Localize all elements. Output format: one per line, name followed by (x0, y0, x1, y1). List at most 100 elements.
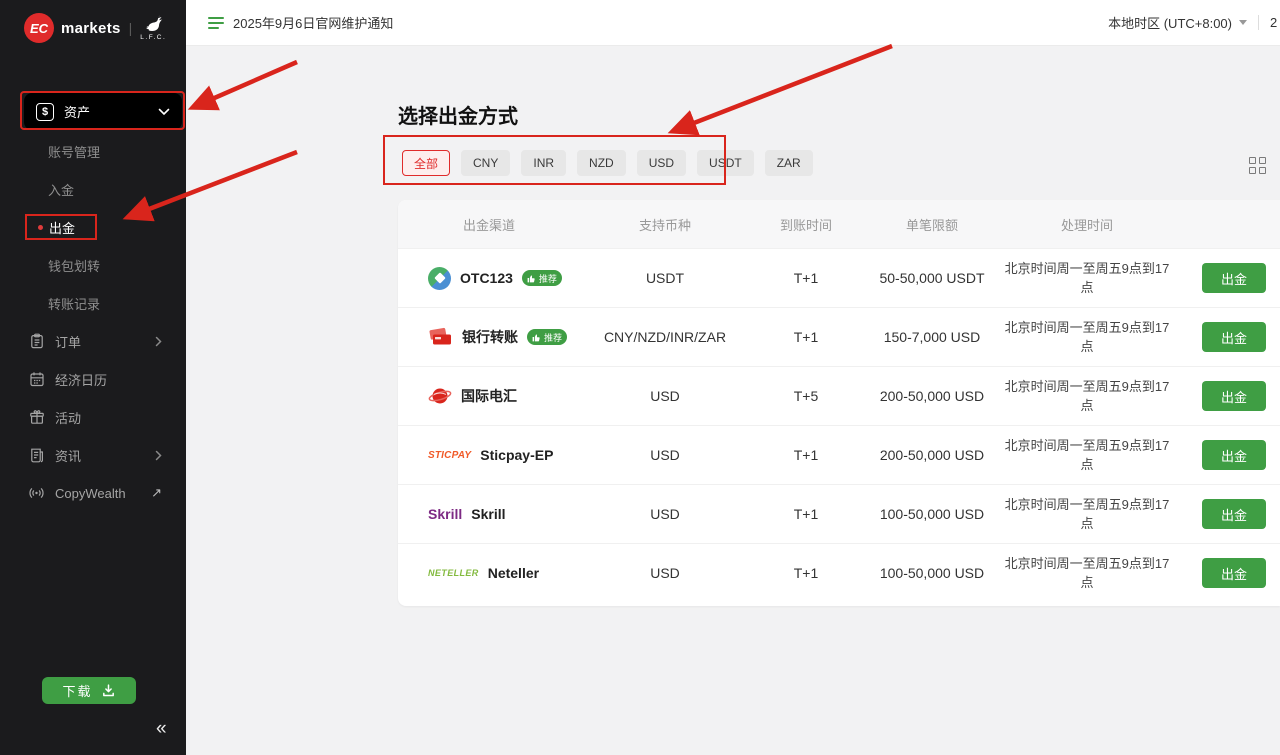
filter-chip-inr[interactable]: INR (521, 150, 566, 176)
sidebar-item-label: 账号管理 (48, 142, 100, 161)
sidebar-item-label: CopyWealth (55, 486, 126, 501)
sidebar-item-account-management[interactable]: 账号管理 (0, 139, 186, 163)
skrill-logo: Skrill (428, 506, 462, 522)
filter-chip-nzd[interactable]: NZD (577, 150, 626, 176)
broadcast-icon (28, 485, 45, 502)
chevron-right-icon (155, 450, 162, 461)
topbar-divider (1258, 15, 1259, 30)
sidebar-item-label: 钱包划转 (48, 256, 100, 275)
table-row: 国际电汇 USD T+5 200-50,000 USD 北京时间周一至周五9点到… (398, 366, 1280, 425)
sidebar-item-label: 资产 (64, 102, 90, 121)
channel-cell: 银行转账 推荐 (398, 327, 580, 347)
filter-chip-usdt[interactable]: USDT (697, 150, 754, 176)
processing-cell: 北京时间周一至周五9点到17点 (1002, 318, 1172, 357)
timezone-selector[interactable]: 本地时区 (UTC+8:00) 2 (1108, 13, 1280, 32)
sidebar-item-activities[interactable]: 活动 (0, 405, 186, 429)
download-icon (101, 683, 116, 698)
withdraw-button[interactable]: 出金 (1202, 263, 1266, 293)
sidebar-item-label: 出金 (49, 218, 75, 237)
processing-cell: 北京时间周一至周五9点到17点 (1002, 377, 1172, 416)
topbar: 2025年9月6日官网维护通知 本地时区 (UTC+8:00) 2 (186, 0, 1280, 46)
sidebar: EC markets | L.F.C. $ 资产 账号管理 入金 出金 钱包划转… (0, 0, 186, 755)
sidebar-item-news[interactable]: 资讯 (0, 443, 186, 467)
table-row: 银行转账 推荐 CNY/NZD/INR/ZAR T+1 150-7,000 US… (398, 307, 1280, 366)
column-header-currency: 支持币种 (580, 215, 750, 234)
column-header-arrival: 到账时间 (750, 215, 862, 234)
assets-dollar-icon: $ (36, 103, 54, 121)
filter-chip-cny[interactable]: CNY (461, 150, 510, 176)
table-header: 出金渠道 支持币种 到账时间 单笔限额 处理时间 (398, 200, 1280, 248)
active-dot (38, 225, 43, 230)
channel-cell: Skrill Skrill (398, 506, 580, 522)
sidebar-item-economic-calendar[interactable]: 经济日历 (0, 367, 186, 391)
sidebar-item-wallet-transfer[interactable]: 钱包划转 (0, 253, 186, 277)
limit-cell: 200-50,000 USD (862, 447, 1002, 463)
column-header-channel: 出金渠道 (398, 215, 580, 234)
channel-name: Sticpay-EP (480, 447, 553, 463)
sidebar-item-transfer-records[interactable]: 转账记录 (0, 291, 186, 315)
sidebar-item-deposit[interactable]: 入金 (0, 177, 186, 201)
withdraw-button[interactable]: 出金 (1202, 558, 1266, 588)
channel-name: Neteller (488, 565, 539, 581)
filter-chip-all[interactable]: 全部 (402, 150, 450, 176)
bank-transfer-icon (428, 327, 453, 347)
grid-view-icon[interactable] (1249, 157, 1266, 174)
withdraw-button[interactable]: 出金 (1202, 322, 1266, 352)
otc123-logo-icon (428, 267, 451, 290)
badge-label: 推荐 (544, 331, 562, 344)
caret-down-icon (1239, 20, 1247, 25)
currency-cell: USDT (580, 270, 750, 286)
channel-cell: 国际电汇 (398, 385, 580, 407)
collapse-sidebar-icon[interactable]: « (156, 718, 167, 740)
arrival-cell: T+5 (750, 388, 862, 404)
neteller-logo: NETELLER (428, 568, 479, 578)
calendar-icon (28, 371, 45, 388)
download-button[interactable]: 下载 (42, 677, 136, 704)
processing-cell: 北京时间周一至周五9点到17点 (1002, 495, 1172, 534)
limit-cell: 100-50,000 USD (862, 506, 1002, 522)
column-header-processing: 处理时间 (1002, 215, 1172, 234)
filter-chip-zar[interactable]: ZAR (765, 150, 813, 176)
chevron-down-icon (158, 108, 170, 116)
timezone-label: 本地时区 (UTC+8:00) (1108, 13, 1232, 32)
channel-cell: OTC123 推荐 (398, 267, 580, 290)
currency-cell: USD (580, 447, 750, 463)
wire-transfer-globe-icon (428, 385, 452, 407)
channel-name: OTC123 (460, 270, 513, 286)
chevron-right-icon (155, 336, 162, 347)
withdraw-button[interactable]: 出金 (1202, 381, 1266, 411)
withdraw-button[interactable]: 出金 (1202, 440, 1266, 470)
gift-icon (28, 409, 45, 426)
logo-divider: | (129, 20, 133, 36)
sidebar-item-withdraw[interactable]: 出金 (0, 215, 186, 239)
news-icon (28, 447, 45, 464)
clipboard-icon (28, 333, 45, 350)
badge-label: 推荐 (539, 272, 557, 285)
processing-cell: 北京时间周一至周五9点到17点 (1002, 554, 1172, 593)
limit-cell: 150-7,000 USD (862, 329, 1002, 345)
lfc-bird-logo: L.F.C. (140, 14, 166, 42)
withdraw-button[interactable]: 出金 (1202, 499, 1266, 529)
arrival-cell: T+1 (750, 565, 862, 581)
table-row: Skrill Skrill USD T+1 100-50,000 USD 北京时… (398, 484, 1280, 543)
table-row: OTC123 推荐 USDT T+1 50-50,000 USDT 北京时间周一… (398, 248, 1280, 307)
processing-cell: 北京时间周一至周五9点到17点 (1002, 259, 1172, 298)
sidebar-item-label: 入金 (48, 180, 74, 199)
liver-bird-icon (142, 14, 164, 34)
currency-cell: USD (580, 388, 750, 404)
sidebar-item-label: 资讯 (55, 446, 81, 465)
thumbs-up-icon (532, 333, 541, 342)
sidebar-item-assets[interactable]: $ 资产 (24, 93, 182, 130)
sidebar-item-orders[interactable]: 订单 (0, 329, 186, 353)
brand-name: markets (61, 20, 121, 37)
filter-chip-usd[interactable]: USD (637, 150, 686, 176)
channel-name: 国际电汇 (461, 386, 517, 406)
withdraw-methods-table: 出金渠道 支持币种 到账时间 单笔限额 处理时间 OTC123 推荐 USDT … (398, 200, 1280, 606)
download-label: 下载 (62, 681, 92, 700)
sidebar-item-copywealth[interactable]: CopyWealth ↗ (0, 481, 186, 505)
table-row: STICPAY Sticpay-EP USD T+1 200-50,000 US… (398, 425, 1280, 484)
channel-cell: STICPAY Sticpay-EP (398, 447, 580, 463)
ec-markets-logo-icon: EC (24, 13, 54, 43)
announcement-link[interactable]: 2025年9月6日官网维护通知 (208, 13, 393, 32)
sticpay-logo: STICPAY (428, 450, 471, 461)
